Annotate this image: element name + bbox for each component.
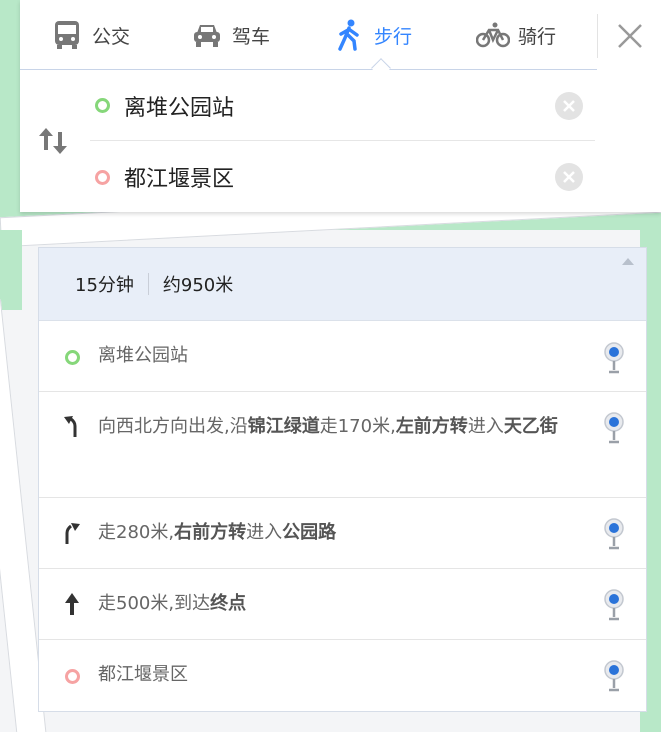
- locate-pin-icon[interactable]: [602, 412, 626, 446]
- route-step-end[interactable]: 都江堰景区: [39, 640, 646, 712]
- step-text-part: 走500米,到达: [98, 593, 211, 614]
- step-text-part: 向西北方向出发,沿: [98, 416, 248, 437]
- locate-pin-icon[interactable]: [602, 589, 626, 623]
- bike-icon: [476, 18, 510, 52]
- route-step[interactable]: 走500米,到达终点: [39, 569, 646, 640]
- step-keyword: 锦江绿道: [247, 416, 320, 437]
- clear-end-button[interactable]: [555, 163, 583, 191]
- tab-label: 驾车: [232, 25, 271, 48]
- clear-icon: [563, 171, 575, 183]
- step-text-part: 离堆公园站: [98, 345, 188, 366]
- locate-pin-icon[interactable]: [602, 660, 626, 694]
- step-text-part: 进入: [246, 522, 283, 543]
- locate-pin-icon[interactable]: [602, 342, 626, 376]
- route-step[interactable]: 向西北方向出发,沿锦江绿道走170米,左前方转进入天乙街: [39, 392, 646, 498]
- tab-label: 步行: [374, 25, 413, 48]
- tab-walk[interactable]: 步行: [332, 0, 412, 70]
- tab-car[interactable]: 驾车: [190, 0, 270, 70]
- divider: [147, 273, 149, 295]
- end-dot-icon: [61, 664, 83, 688]
- start-point-value: 离堆公园站: [124, 95, 235, 121]
- end-point-field[interactable]: 都江堰景区: [90, 142, 595, 212]
- collapse-arrow-icon[interactable]: [622, 258, 634, 265]
- step-text: 都江堰景区: [98, 658, 578, 692]
- step-text: 走280米,右前方转进入公园路: [98, 516, 578, 550]
- start-dot-icon: [61, 345, 83, 369]
- straight-arrow-icon: [61, 592, 83, 616]
- tab-bike[interactable]: 骑行: [476, 0, 556, 70]
- swap-endpoints-button[interactable]: [36, 124, 70, 158]
- step-keyword: 终点: [210, 593, 247, 614]
- start-dot-icon: [95, 98, 110, 113]
- route-distance: 约950米: [162, 275, 234, 296]
- step-keyword: 天乙街: [503, 416, 558, 437]
- route-duration: 15分钟: [75, 275, 134, 296]
- step-text-part: 都江堰景区: [98, 664, 188, 685]
- bus-icon: [50, 18, 84, 52]
- locate-pin-icon[interactable]: [602, 518, 626, 552]
- route-summary[interactable]: 15分钟 约950米: [39, 248, 646, 321]
- tab-bus[interactable]: 公交: [50, 0, 130, 70]
- map-park-area: [0, 230, 22, 310]
- start-point-field[interactable]: 离堆公园站: [90, 71, 595, 141]
- car-icon: [190, 18, 224, 52]
- close-icon: [610, 24, 650, 60]
- end-dot-icon: [95, 169, 110, 185]
- route-step[interactable]: 走280米,右前方转进入公园路: [39, 498, 646, 569]
- tab-label: 公交: [92, 25, 131, 48]
- clear-icon: [563, 100, 575, 112]
- walk-icon: [332, 18, 366, 52]
- divider: [597, 14, 598, 58]
- route-step-start[interactable]: 离堆公园站: [39, 321, 646, 392]
- end-point-value: 都江堰景区: [124, 167, 235, 192]
- step-keyword: 左前方转: [395, 416, 468, 437]
- turn-front-right-icon: [61, 521, 83, 545]
- step-text: 向西北方向出发,沿锦江绿道走170米,左前方转进入天乙街: [98, 410, 578, 444]
- clear-start-button[interactable]: [555, 92, 583, 120]
- step-keyword: 公园路: [282, 522, 337, 543]
- tab-label: 骑行: [518, 25, 557, 48]
- step-text: 走500米,到达终点: [98, 587, 578, 621]
- walking-route-card: 15分钟 约950米 离堆公园站 向西北方向出发,沿锦江绿道走170米,左前方转…: [38, 247, 647, 712]
- swap-arrows-icon: [36, 128, 70, 162]
- step-text-part: 进入: [467, 416, 504, 437]
- close-button[interactable]: [610, 16, 650, 56]
- step-text-part: 走280米,: [98, 522, 175, 543]
- route-search-panel: 公交 驾车 步行 骑行 离堆公园站 都江堰景区: [20, 0, 661, 212]
- turn-front-left-icon: [61, 414, 83, 438]
- step-text-part: 走170米,: [319, 416, 396, 437]
- step-keyword: 右前方转: [174, 522, 247, 543]
- step-text: 离堆公园站: [98, 339, 578, 373]
- travel-mode-tabs: 公交 驾车 步行 骑行: [20, 0, 597, 70]
